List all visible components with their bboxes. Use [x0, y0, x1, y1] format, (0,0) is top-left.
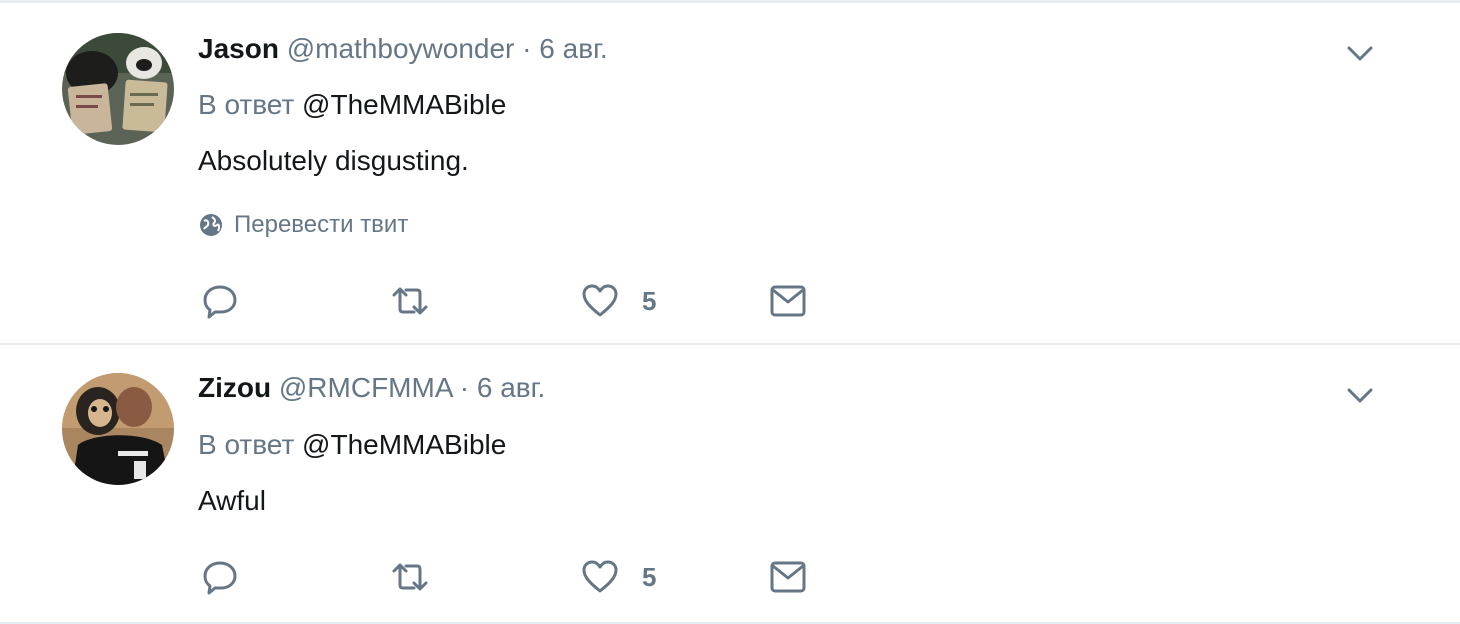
reply-mention-link[interactable]: @TheMMABible: [302, 429, 506, 460]
retweet-button[interactable]: [386, 555, 434, 599]
chevron-down-icon: [1347, 388, 1373, 403]
user-handle[interactable]: @mathboywonder: [287, 33, 515, 64]
tweet-menu-button[interactable]: [1340, 33, 1380, 73]
reply-prefix: В ответ: [198, 89, 295, 120]
like-count: 5: [642, 561, 657, 592]
direct-message-button[interactable]: [768, 555, 808, 599]
heart-icon: [582, 560, 618, 593]
tweet-text: Absolutely disgusting.: [198, 145, 469, 176]
reply-mention-link[interactable]: @TheMMABible: [302, 89, 506, 120]
reply-prefix: В ответ: [198, 429, 295, 460]
avatar-image: [62, 33, 174, 145]
avatar-image: [62, 373, 174, 485]
tweet-timestamp[interactable]: 6 авг.: [477, 372, 545, 403]
reply-button[interactable]: [200, 279, 240, 323]
like-button[interactable]: 5: [580, 555, 656, 599]
translate-label: Перевести твит: [234, 211, 409, 238]
user-handle[interactable]: @RMCFMMA: [279, 372, 452, 403]
like-button[interactable]: 5: [580, 279, 656, 323]
reply-bubble-icon: [203, 561, 237, 595]
reply-context: В ответ @TheMMABible: [198, 89, 506, 121]
separator-dot: ·: [459, 372, 470, 403]
translate-tweet-link[interactable]: Перевести твит: [198, 211, 408, 239]
tweet-jason[interactable]: Jason @mathboywonder · 6 авг. В ответ @T…: [0, 3, 1460, 345]
tweet-actions: 5: [200, 279, 840, 323]
reply-button[interactable]: [200, 555, 240, 599]
tweet-text: Awful: [198, 485, 266, 516]
globe-icon: [200, 214, 222, 236]
tweet-header: Zizou @RMCFMMA · 6 авг.: [198, 372, 545, 404]
separator-dot: ·: [522, 33, 532, 64]
envelope-icon: [770, 561, 806, 593]
tweet-actions: 5: [200, 555, 840, 599]
retweet-icon: [392, 563, 428, 591]
reply-bubble-icon: [203, 285, 237, 319]
avatar[interactable]: [62, 373, 174, 485]
retweet-button[interactable]: [386, 279, 434, 323]
chevron-down-icon: [1347, 46, 1373, 61]
display-name[interactable]: Jason: [198, 33, 279, 64]
direct-message-button[interactable]: [768, 279, 808, 323]
tweet-menu-button[interactable]: [1340, 375, 1380, 415]
retweet-icon: [392, 287, 428, 315]
display-name[interactable]: Zizou: [198, 372, 271, 403]
avatar[interactable]: [62, 33, 174, 145]
like-count: 5: [642, 285, 657, 316]
envelope-icon: [770, 285, 806, 317]
tweet-timestamp[interactable]: 6 авг.: [539, 33, 607, 64]
reply-context: В ответ @TheMMABible: [198, 429, 506, 461]
tweet-zizou[interactable]: Zizou @RMCFMMA · 6 авг. В ответ @TheMMAB…: [0, 345, 1460, 624]
tweet-header: Jason @mathboywonder · 6 авг.: [198, 33, 608, 65]
heart-icon: [582, 284, 618, 317]
